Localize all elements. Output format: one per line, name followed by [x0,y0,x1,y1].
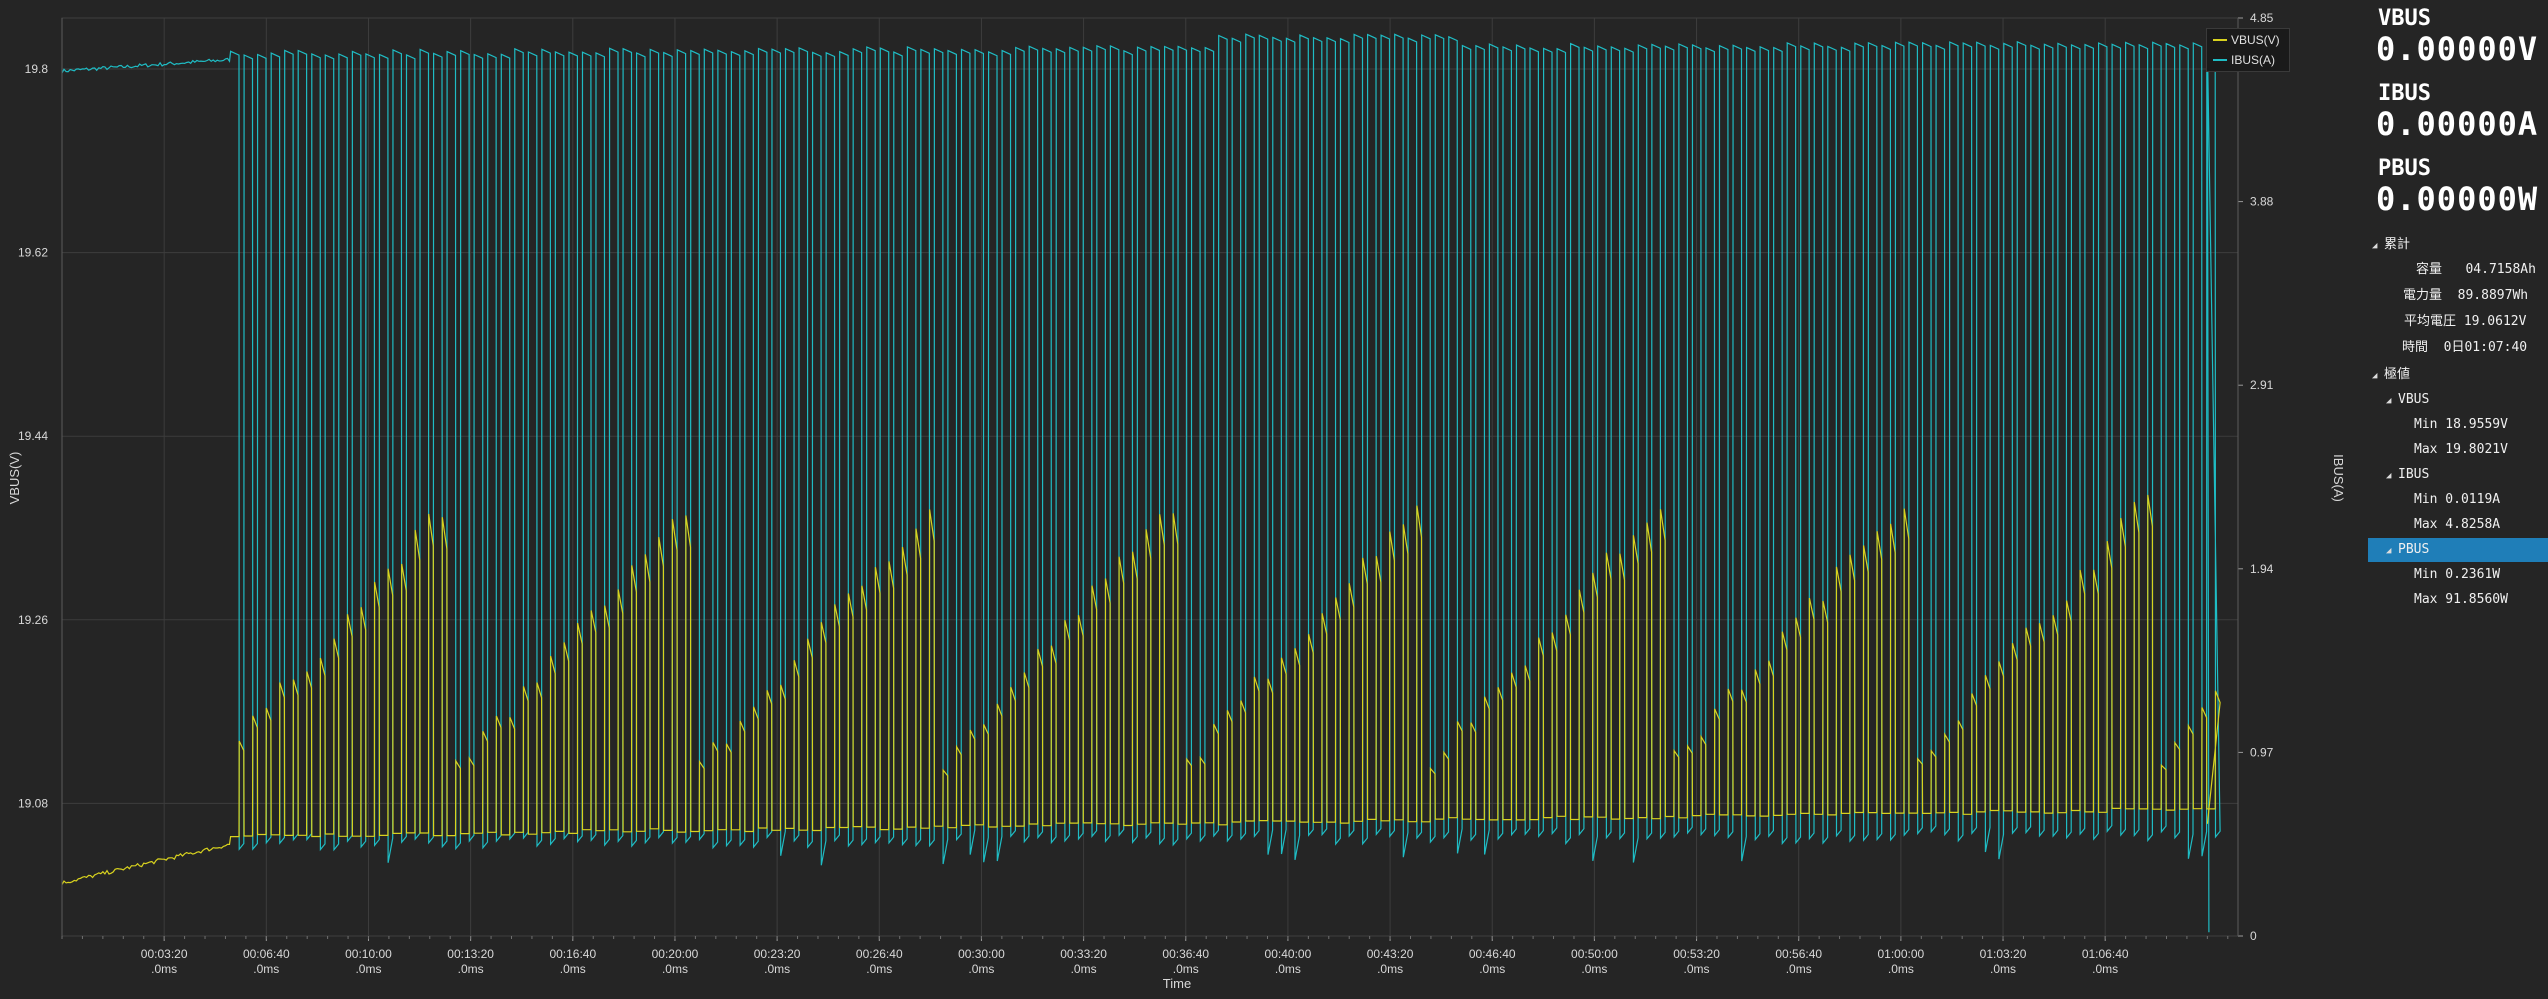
vbus-line [61,494,2221,885]
ibus-label: IBUS [2378,81,2431,106]
x-tick-sublabel: .0ms [151,962,177,976]
y-right-tick-label: 3.88 [2250,195,2274,209]
y-right-tick-label: 0.97 [2250,745,2274,759]
vbus-min: Min 18.9559V [2414,417,2508,432]
cumulative-time: 時間 0日01:07:40 [2401,340,2528,355]
x-tick-label: 00:10:00 [345,947,392,961]
x-tick-sublabel: .0ms [1786,962,1812,976]
x-tick-label: 00:13:20 [447,947,494,961]
legend-swatch-ibus [2213,59,2227,61]
pbus-value: 0.00000W [2376,180,2539,218]
ibus-series [61,33,2221,933]
cumulative-avg-voltage: 平均電圧 19.0612V [2403,314,2527,329]
x-tick-sublabel: .0ms [1173,962,1199,976]
pbus-max: Max 91.8560W [2414,592,2508,607]
y-right-tick-label: 4.85 [2250,11,2274,25]
x-tick-sublabel: .0ms [1275,962,1301,976]
x-tick-label: 01:00:00 [1878,947,1925,961]
x-tick-sublabel: .0ms [866,962,892,976]
legend-item-ibus[interactable]: IBUS(A) [2207,51,2289,69]
x-tick-label: 00:33:20 [1060,947,1107,961]
x-tick-sublabel: .0ms [1479,962,1505,976]
x-tick-label: 00:20:00 [652,947,699,961]
x-tick-sublabel: .0ms [2092,962,2118,976]
x-tick-sublabel: .0ms [1684,962,1710,976]
y-left-tick-label: 19.26 [18,613,48,627]
x-tick-sublabel: .0ms [355,962,381,976]
ibus-value: 0.00000A [2376,105,2539,143]
cumulative-capacity: 容量 04.7158Ah [2415,262,2536,277]
x-tick-label: 00:53:20 [1673,947,1720,961]
x-tick-sublabel: .0ms [1581,962,1607,976]
y-right-tick-label: 1.94 [2250,562,2274,576]
x-tick-sublabel: .0ms [1377,962,1403,976]
cumulative-energy: 電力量 89.8897Wh [2402,288,2529,303]
tree-group-pbus[interactable]: ◢ PBUS [2368,538,2548,562]
expand-triangle-icon[interactable]: ◢ [2386,389,2398,413]
x-tick-sublabel: .0ms [1888,962,1914,976]
x-tick-sublabel: .0ms [458,962,484,976]
legend-label-ibus: IBUS(A) [2231,53,2276,67]
y-right-tick-label: 0 [2250,929,2257,943]
y-left-tick-label: 19.8 [25,62,49,76]
y-left-tick-label: 19.08 [18,796,48,810]
legend: VBUS(V) IBUS(A) [2206,28,2290,72]
pbus-label: PBUS [2378,156,2431,181]
x-tick-sublabel: .0ms [253,962,279,976]
tree-cumulative-header[interactable]: ◢ 累計 [2372,233,2544,257]
tree-group-ibus[interactable]: ◢ IBUS [2386,463,2544,487]
x-tick-label: 00:36:40 [1162,947,1209,961]
expand-triangle-icon[interactable]: ◢ [2372,234,2384,258]
x-tick-label: 00:50:00 [1571,947,1618,961]
x-tick-label: 00:43:20 [1367,947,1414,961]
x-tick-sublabel: .0ms [1071,962,1097,976]
x-tick-label: 00:16:40 [549,947,596,961]
expand-triangle-icon[interactable]: ◢ [2386,539,2398,563]
x-tick-label: 01:06:40 [2082,947,2129,961]
vbus-series [61,494,2221,885]
y-left-tick-label: 19.62 [18,246,48,260]
x-tick-label: 00:46:40 [1469,947,1516,961]
vbus-value: 0.00000V [2376,30,2539,68]
x-tick-label: 00:40:00 [1265,947,1312,961]
vbus-label: VBUS [2378,6,2431,31]
x-tick-label: 00:23:20 [754,947,801,961]
x-tick-label: 00:03:20 [141,947,188,961]
y-left-tick-label: 19.44 [18,429,48,443]
x-tick-sublabel: .0ms [1990,962,2016,976]
ibus-min: Min 0.0119A [2414,492,2501,507]
legend-item-vbus[interactable]: VBUS(V) [2207,31,2289,49]
x-tick-sublabel: .0ms [968,962,994,976]
x-tick-sublabel: .0ms [560,962,586,976]
tree-group-vbus[interactable]: ◢ VBUS [2386,388,2544,412]
tree-extremes-header[interactable]: ◢ 極値 [2372,363,2544,387]
expand-triangle-icon[interactable]: ◢ [2386,464,2398,488]
legend-swatch-vbus [2213,39,2227,41]
x-tick-label: 00:30:00 [958,947,1005,961]
pbus-min: Min 0.2361W [2414,567,2501,582]
readout-panel: VBUS 0.00000V IBUS 0.00000A PBUS 0.00000… [2368,0,2548,999]
x-tick-sublabel: .0ms [764,962,790,976]
y-axis-left-title: VBUS(V) [7,452,22,505]
ibus-line [61,33,2221,933]
x-tick-sublabel: .0ms [662,962,688,976]
legend-label-vbus: VBUS(V) [2231,33,2280,47]
x-axis-title: Time [1163,976,1191,991]
vbus-max: Max 19.8021V [2414,442,2508,457]
x-tick-label: 01:03:20 [1980,947,2027,961]
expand-triangle-icon[interactable]: ◢ [2372,364,2384,388]
x-tick-label: 00:26:40 [856,947,903,961]
chart: 00:03:20.0ms00:06:40.0ms00:10:00.0ms00:1… [7,11,2346,991]
ibus-max: Max 4.8258A [2414,517,2501,532]
y-axis-right-title: IBUS(A) [2331,454,2346,502]
y-right-tick-label: 2.91 [2250,378,2274,392]
x-tick-label: 00:06:40 [243,947,290,961]
x-tick-label: 00:56:40 [1775,947,1822,961]
